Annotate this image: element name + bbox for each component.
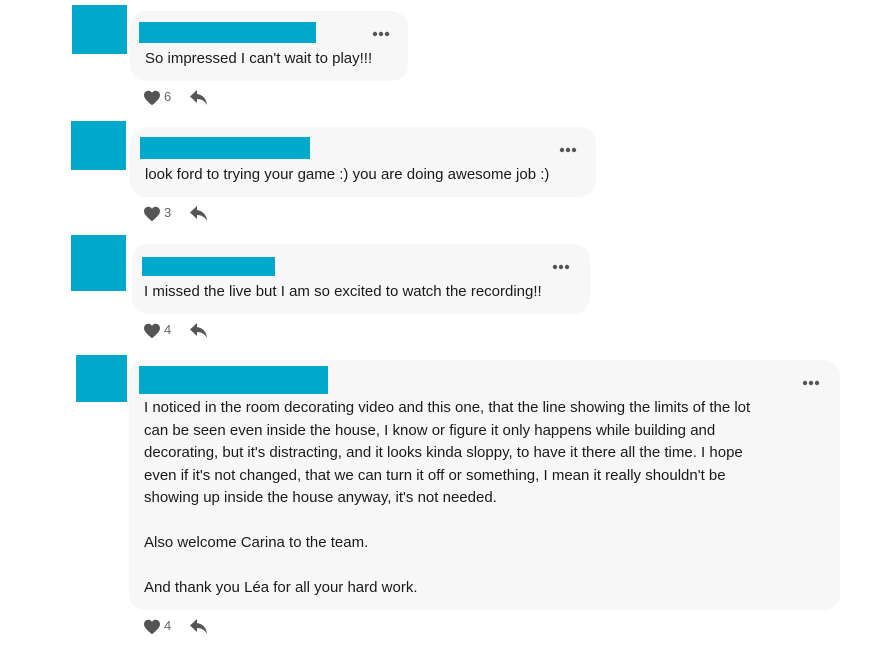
heart-icon [144,619,160,635]
author-name[interactable] [142,257,275,276]
comment-actions: 3 [143,204,223,224]
comment-actions: 4 [143,617,223,637]
avatar[interactable] [71,235,126,291]
more-horizontal-icon [552,264,570,270]
reply-arrow-icon [190,619,207,634]
reply-arrow-icon [190,323,207,338]
comment-bubble: look ford to trying your game :) you are… [130,127,596,197]
like-count: 4 [164,618,172,633]
avatar[interactable] [76,355,127,402]
comment-text: So impressed I can't wait to play!!! [145,50,373,67]
more-horizontal-icon [802,380,820,386]
comment-bubble: So impressed I can't wait to play!!! [130,11,408,81]
like-button[interactable]: 6 [143,88,183,108]
reply-arrow-icon [190,206,207,221]
comment-bubble: I missed the live but I am so excited to… [132,244,590,314]
like-button[interactable]: 4 [143,321,183,341]
like-button[interactable]: 3 [143,204,183,224]
reply-button[interactable] [189,322,209,340]
comment-actions: 4 [143,321,223,341]
more-options-button[interactable] [558,143,582,157]
reply-button[interactable] [189,205,209,223]
comment-text: I noticed in the room decorating video a… [144,399,751,596]
like-count: 4 [164,322,172,337]
more-horizontal-icon [559,147,577,153]
author-name[interactable] [139,22,316,43]
reply-button[interactable] [189,89,209,107]
more-options-button[interactable] [551,260,575,274]
heart-icon [144,323,160,339]
avatar[interactable] [72,5,127,54]
like-count: 3 [164,205,172,220]
like-button[interactable]: 4 [143,617,183,637]
comment-text: look ford to trying your game :) you are… [145,166,550,183]
more-options-button[interactable] [371,27,395,41]
heart-icon [144,206,160,222]
comment-bubble: I noticed in the room decorating video a… [129,360,840,610]
comment-text: I missed the live but I am so excited to… [144,283,542,300]
like-count: 6 [164,89,172,104]
author-name[interactable] [140,137,310,159]
avatar[interactable] [71,121,126,170]
more-options-button[interactable] [801,376,825,390]
more-horizontal-icon [372,31,390,37]
author-name[interactable] [139,366,328,394]
reply-button[interactable] [189,618,209,636]
reply-arrow-icon [190,90,207,105]
comment-actions: 6 [143,88,223,108]
heart-icon [144,90,160,106]
